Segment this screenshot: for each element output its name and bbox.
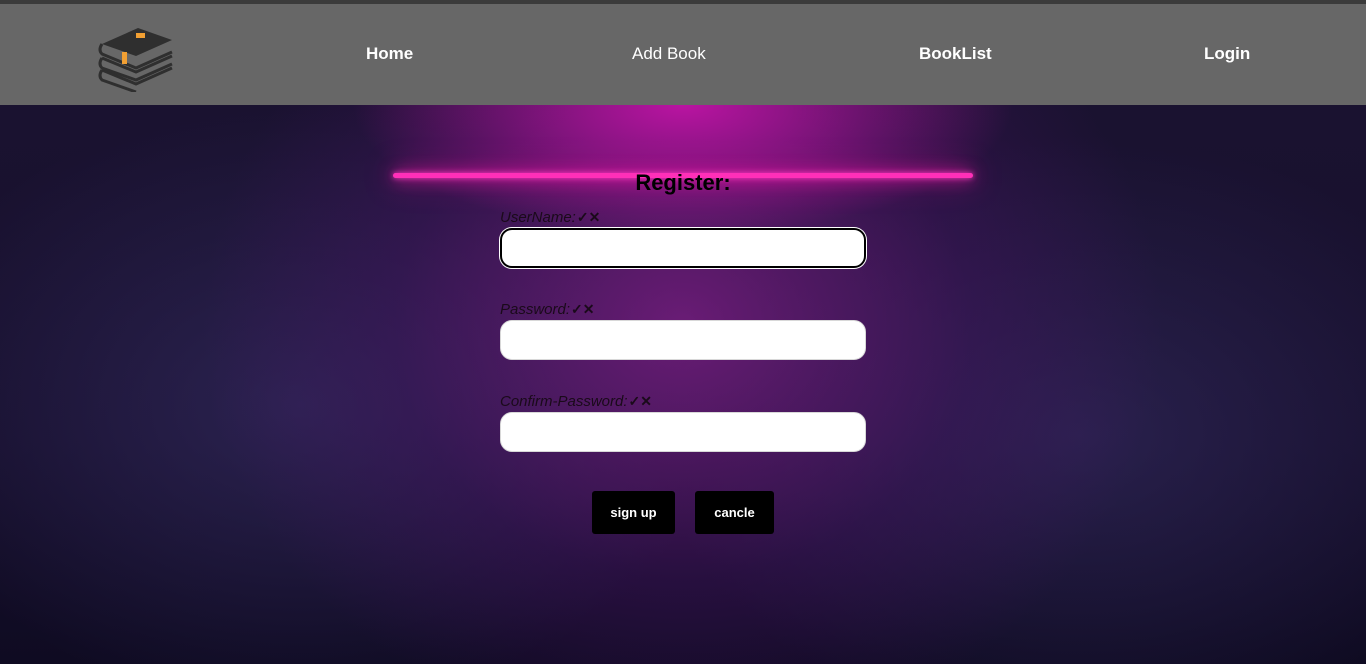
nav-login-link[interactable]: Login (1204, 44, 1250, 64)
sign-up-button[interactable]: sign up (592, 491, 675, 534)
username-input[interactable] (500, 228, 866, 268)
password-label: Password:✓✕ (500, 301, 595, 318)
confirm-password-label: Confirm-Password:✓✕ (500, 393, 652, 410)
username-label: UserName:✓✕ (500, 209, 600, 226)
password-input[interactable] (500, 320, 866, 360)
username-label-text: UserName: (500, 209, 576, 226)
username-validation-icons: ✓✕ (576, 209, 601, 225)
confirm-password-label-text: Confirm-Password: (500, 393, 628, 410)
password-validation-icons: ✓✕ (571, 301, 595, 317)
confirm-password-validation-icons: ✓✕ (628, 393, 652, 409)
confirm-password-input[interactable] (500, 412, 866, 452)
nav-add-book-link[interactable]: Add Book (632, 44, 706, 64)
nav-booklist-link[interactable]: BookList (919, 44, 992, 64)
navbar: Home Add Book BookList Login (0, 4, 1366, 105)
register-title: Register: (635, 170, 731, 195)
cancel-button[interactable]: cancle (695, 491, 774, 534)
password-label-text: Password: (500, 301, 571, 318)
book-stack-icon[interactable] (96, 22, 176, 92)
nav-home-link[interactable]: Home (366, 44, 413, 64)
